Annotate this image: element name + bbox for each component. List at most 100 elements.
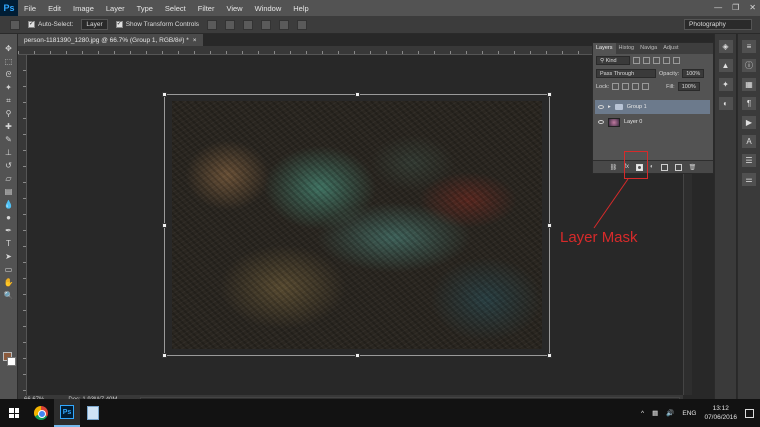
brush-tool-icon[interactable]: ✎ xyxy=(3,135,15,145)
align-top-icon[interactable] xyxy=(207,19,218,30)
path-selection-icon[interactable]: ➤ xyxy=(3,252,15,262)
opacity-input[interactable]: 100% xyxy=(682,69,705,78)
tray-chevron-icon[interactable]: ^ xyxy=(641,410,644,417)
workspace-dropdown[interactable]: Photography xyxy=(684,19,752,30)
filter-pixel-icon[interactable] xyxy=(633,57,640,64)
lock-all-icon[interactable] xyxy=(642,83,650,90)
link-icon[interactable]: ⛓ xyxy=(610,164,618,171)
taskbar-photoshop[interactable]: Ps xyxy=(54,399,80,427)
filter-type-icon[interactable] xyxy=(653,57,660,64)
filter-shape-icon[interactable] xyxy=(663,57,670,64)
shape-tool-icon[interactable]: ▭ xyxy=(3,265,15,275)
mountain-icon[interactable]: ▲ xyxy=(718,59,733,72)
menu-filter[interactable]: Filter xyxy=(192,4,221,13)
transform-handle-top-left[interactable] xyxy=(162,92,167,97)
dodge-tool-icon[interactable]: ● xyxy=(3,213,15,223)
tab-navigator[interactable]: Naviga xyxy=(637,43,660,54)
layers-dock-icon[interactable]: ◈ xyxy=(718,40,733,53)
properties-icon[interactable]: ☰ xyxy=(742,154,756,167)
visibility-eye-icon[interactable] xyxy=(598,105,604,109)
trash-icon[interactable]: 🗑 xyxy=(689,164,697,171)
crop-tool-icon[interactable]: ⌗ xyxy=(3,96,15,106)
filter-smart-object-icon[interactable] xyxy=(673,57,680,64)
taskbar-file[interactable] xyxy=(80,399,106,427)
volume-icon[interactable]: 🔊 xyxy=(666,409,674,417)
layer-row-group-1[interactable]: ▸ Group 1 xyxy=(595,100,710,114)
layer-row-layer-0[interactable]: Layer 0 xyxy=(595,115,710,129)
character-icon[interactable]: A xyxy=(742,135,756,148)
eraser-tool-icon[interactable]: ▱ xyxy=(3,174,15,184)
brush-preset-icon[interactable]: ✦ xyxy=(718,78,733,91)
menu-window[interactable]: Window xyxy=(249,4,288,13)
document-tab[interactable]: person-1181390_1280.jpg @ 66.7% (Group 1… xyxy=(18,34,203,46)
marquee-tool-icon[interactable]: ⬚ xyxy=(3,57,15,67)
tab-histogram[interactable]: Histog xyxy=(616,43,638,54)
lock-transparent-icon[interactable] xyxy=(612,83,620,90)
minimize-button[interactable]: — xyxy=(714,3,722,12)
actions-icon[interactable]: ▶ xyxy=(742,116,756,129)
blend-mode-dropdown[interactable]: Pass Through xyxy=(596,69,656,78)
pen-tool-icon[interactable]: ✒ xyxy=(3,226,15,236)
align-center-icon[interactable] xyxy=(279,19,290,30)
menu-image[interactable]: Image xyxy=(67,4,100,13)
paragraph-icon[interactable]: ¶ xyxy=(742,97,756,110)
eyedropper-icon[interactable]: ⚲ xyxy=(3,109,15,119)
hand-tool-icon[interactable]: ✋ xyxy=(3,278,15,288)
history-icon[interactable]: ≡ xyxy=(742,40,756,53)
transform-handle-bottom-left[interactable] xyxy=(162,353,167,358)
menu-help[interactable]: Help xyxy=(287,4,314,13)
auto-select-checkbox[interactable]: ✓ Auto-Select: xyxy=(28,21,73,28)
align-left-icon[interactable] xyxy=(261,19,272,30)
fill-input[interactable]: 100% xyxy=(677,82,700,91)
adjustment-dock-icon[interactable]: ◐ xyxy=(718,97,733,110)
menu-edit[interactable]: Edit xyxy=(42,4,67,13)
taskbar-chrome[interactable] xyxy=(28,399,54,427)
filter-kind-dropdown[interactable]: ⚲ Kind xyxy=(596,56,630,65)
auto-select-target-dropdown[interactable]: Layer xyxy=(81,19,108,30)
network-icon[interactable]: ▦ xyxy=(652,409,658,417)
align-right-icon[interactable] xyxy=(297,19,308,30)
transform-bounding-box[interactable] xyxy=(162,92,552,358)
show-transform-checkbox[interactable]: ✓ Show Transform Controls xyxy=(115,21,199,28)
close-button[interactable]: ✕ xyxy=(749,3,756,12)
align-middle-icon[interactable] xyxy=(225,19,236,30)
zoom-tool-icon[interactable]: 🔍 xyxy=(3,291,15,301)
clock[interactable]: 13:12 07/06/2016 xyxy=(704,404,737,422)
blur-tool-icon[interactable]: 💧 xyxy=(3,200,15,210)
background-color-swatch[interactable] xyxy=(7,357,16,366)
tab-layers[interactable]: Layers xyxy=(593,43,616,54)
maximize-button[interactable]: ❐ xyxy=(732,3,739,12)
adjustment-icon[interactable]: ◐ xyxy=(650,164,654,170)
folder-icon[interactable] xyxy=(660,163,668,171)
language-indicator[interactable]: ENG xyxy=(682,410,696,417)
menu-view[interactable]: View xyxy=(220,4,248,13)
transform-handle-left[interactable] xyxy=(162,223,167,228)
healing-brush-icon[interactable]: ✚ xyxy=(3,122,15,132)
menu-file[interactable]: File xyxy=(18,4,42,13)
type-tool-icon[interactable]: T xyxy=(3,239,15,249)
transform-handle-right[interactable] xyxy=(547,223,552,228)
visibility-eye-icon[interactable] xyxy=(598,120,604,124)
transform-handle-top[interactable] xyxy=(355,92,360,97)
menu-type[interactable]: Type xyxy=(131,4,159,13)
align-bottom-icon[interactable] xyxy=(243,19,254,30)
move-tool-icon[interactable]: ✥ xyxy=(3,44,15,54)
menu-select[interactable]: Select xyxy=(159,4,192,13)
swatches-icon[interactable]: ▦ xyxy=(742,78,756,91)
magic-wand-icon[interactable]: ✦ xyxy=(3,83,15,93)
filter-adjustment-icon[interactable] xyxy=(643,57,650,64)
sliders-icon[interactable]: ⚌ xyxy=(742,173,756,186)
tab-adjustments[interactable]: Adjust xyxy=(660,43,681,54)
transform-handle-bottom-right[interactable] xyxy=(547,353,552,358)
transform-handle-bottom[interactable] xyxy=(355,353,360,358)
clone-stamp-icon[interactable]: ⊥ xyxy=(3,148,15,158)
move-icon[interactable] xyxy=(10,19,20,30)
lock-position-icon[interactable] xyxy=(632,83,640,90)
gradient-tool-icon[interactable]: ▤ xyxy=(3,187,15,197)
close-tab-icon[interactable]: × xyxy=(193,37,197,44)
lasso-tool-icon[interactable]: ᘓ xyxy=(3,70,15,80)
info-icon[interactable]: ⓘ xyxy=(742,59,756,72)
history-brush-icon[interactable]: ↺ xyxy=(3,161,15,171)
transform-handle-top-right[interactable] xyxy=(547,92,552,97)
new-layer-icon[interactable] xyxy=(674,163,682,171)
